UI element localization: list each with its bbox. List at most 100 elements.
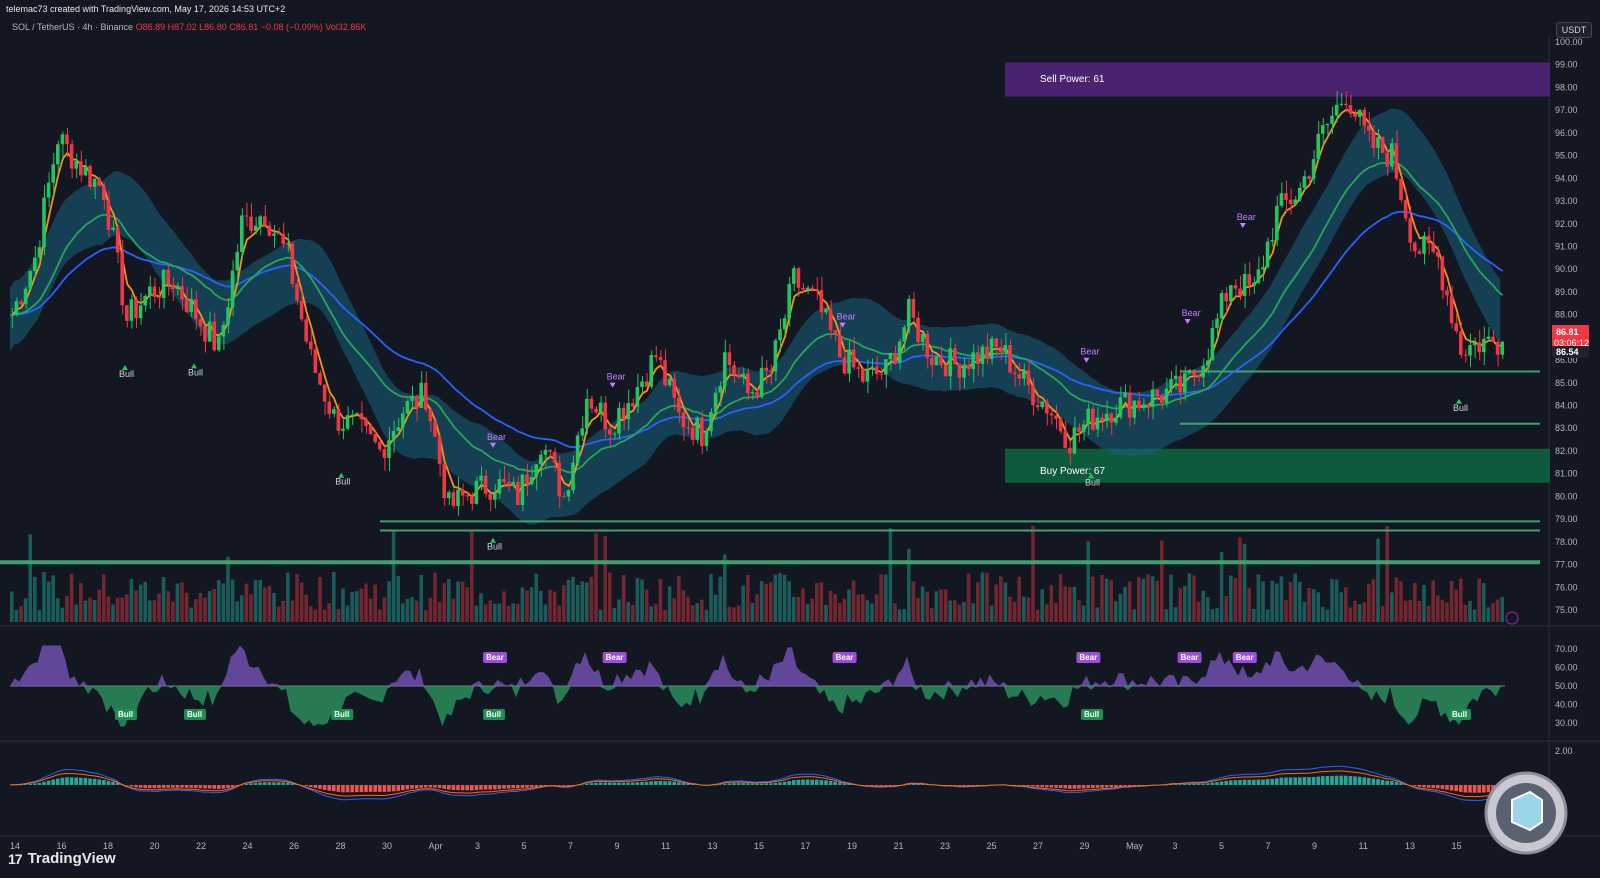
macd-histogram-bar (387, 785, 391, 792)
rsi-bull-label: Bull (334, 710, 349, 719)
volume-bar (617, 599, 621, 622)
candle-body (442, 464, 446, 499)
candle-body (980, 346, 985, 364)
macd-histogram-bar (1316, 776, 1320, 785)
macd-histogram-bar (741, 783, 745, 785)
candle-body (847, 349, 851, 374)
candle-body (56, 144, 60, 165)
macd-histogram-bar (838, 782, 842, 785)
volume-bar (1215, 608, 1219, 622)
candle-body (493, 493, 497, 500)
macd-histogram-bar (1463, 785, 1468, 793)
candle-body (1081, 424, 1086, 432)
candle-body (1334, 104, 1339, 116)
volume-bar (235, 601, 239, 622)
candle-body (1265, 241, 1270, 268)
volume-bar (1357, 604, 1362, 622)
candle-body (557, 462, 561, 497)
volume-bar (1394, 577, 1399, 622)
volume-bar (405, 598, 410, 622)
candle-body (672, 378, 676, 398)
price-axis-tick: 97.00 (1555, 105, 1578, 115)
candle-body (414, 396, 419, 408)
macd-histogram-bar (534, 785, 538, 787)
volume-bar (309, 606, 313, 622)
candle-body (1367, 125, 1371, 131)
time-axis[interactable]: 14 16 18 20 22 24 26 28 30 Apr 3 5 7 9 11 13 15 17 19 21 23 2… (10, 841, 1462, 851)
volume-bar (474, 605, 479, 622)
candle-body (286, 243, 290, 245)
volume-bar (1353, 600, 1357, 622)
volume-bar (69, 573, 74, 622)
candle-body (14, 301, 19, 315)
macd-histogram-bar (916, 784, 920, 785)
macd-histogram-bar (681, 783, 686, 785)
candle-body (1403, 200, 1408, 219)
candle-body (626, 403, 630, 420)
volume-bar (373, 584, 377, 622)
volume-bar (341, 588, 345, 622)
candle-body (736, 374, 741, 378)
volume-bar (1449, 581, 1454, 622)
macd-histogram-bar (46, 780, 51, 785)
candle-body (1045, 401, 1049, 414)
volume-bar (1279, 576, 1284, 622)
macd-histogram-bar (184, 785, 189, 788)
macd-histogram-bar (189, 785, 193, 788)
candle-body (83, 166, 88, 176)
candle-body (387, 440, 391, 458)
rsi-axis-tick: 50.00 (1555, 681, 1578, 691)
tradingview-logo[interactable]: 17 TradingView (8, 850, 116, 867)
volume-bar (893, 603, 897, 622)
lightning-icon[interactable] (1505, 611, 1519, 625)
candle-body (451, 492, 456, 506)
time-axis-tick: 26 (289, 841, 299, 851)
volume-bar (603, 535, 607, 622)
volume-bar (10, 591, 14, 622)
volume-bar (1141, 578, 1146, 622)
time-axis-tick: 24 (243, 841, 253, 851)
macd-histogram-bar (723, 783, 727, 785)
candle-body (1242, 274, 1247, 296)
candle-body (805, 287, 810, 290)
candle-body (1325, 123, 1330, 126)
volume-bar (120, 597, 124, 622)
volume-bar (801, 588, 805, 622)
candle-body (198, 319, 203, 327)
candle-body (483, 475, 488, 494)
candle-body (470, 496, 474, 504)
macd-histogram-bar (529, 785, 534, 788)
candle-body (723, 352, 727, 386)
macd-histogram-bar (824, 780, 828, 785)
tradingview-brand: TradingView (27, 850, 116, 867)
macd-histogram-bar (879, 785, 883, 787)
time-axis-tick: 3 (1173, 841, 1178, 851)
macd-histogram-bar (667, 781, 672, 785)
candle-body (419, 382, 423, 408)
macd-histogram-bar (617, 782, 621, 785)
macd-axis[interactable]: 2.00 (1555, 746, 1573, 756)
volume-bar (442, 583, 446, 622)
candle-body (1068, 447, 1072, 454)
macd-histogram-bar (1422, 785, 1426, 788)
volume-bar (175, 583, 180, 622)
volume-bar (690, 605, 695, 622)
candle-body (134, 299, 138, 319)
macd-histogram-bar (1109, 785, 1113, 788)
volume-bar (355, 591, 359, 622)
volume-bar (1008, 596, 1012, 622)
macd-histogram-bar (97, 779, 101, 785)
candle-body (1288, 199, 1293, 204)
macd-histogram-bar (511, 785, 515, 789)
candle-body (382, 449, 387, 458)
volume-bar (203, 597, 207, 622)
bull-marker-label: Bull (1085, 477, 1100, 487)
macd-histogram-bar (414, 785, 419, 789)
time-axis-tick: 15 (1452, 841, 1462, 851)
candle-body (608, 429, 612, 435)
rsi-axis[interactable]: 70.00 60.00 50.00 40.00 30.00 (1555, 644, 1578, 728)
macd-histogram-bar (221, 785, 226, 789)
rsi-bull-label: Bull (486, 710, 501, 719)
candle-body (341, 428, 345, 431)
chart-canvas[interactable]: Sell Power: 61 Buy Power: 67 Bull BullBul… (0, 0, 1600, 878)
